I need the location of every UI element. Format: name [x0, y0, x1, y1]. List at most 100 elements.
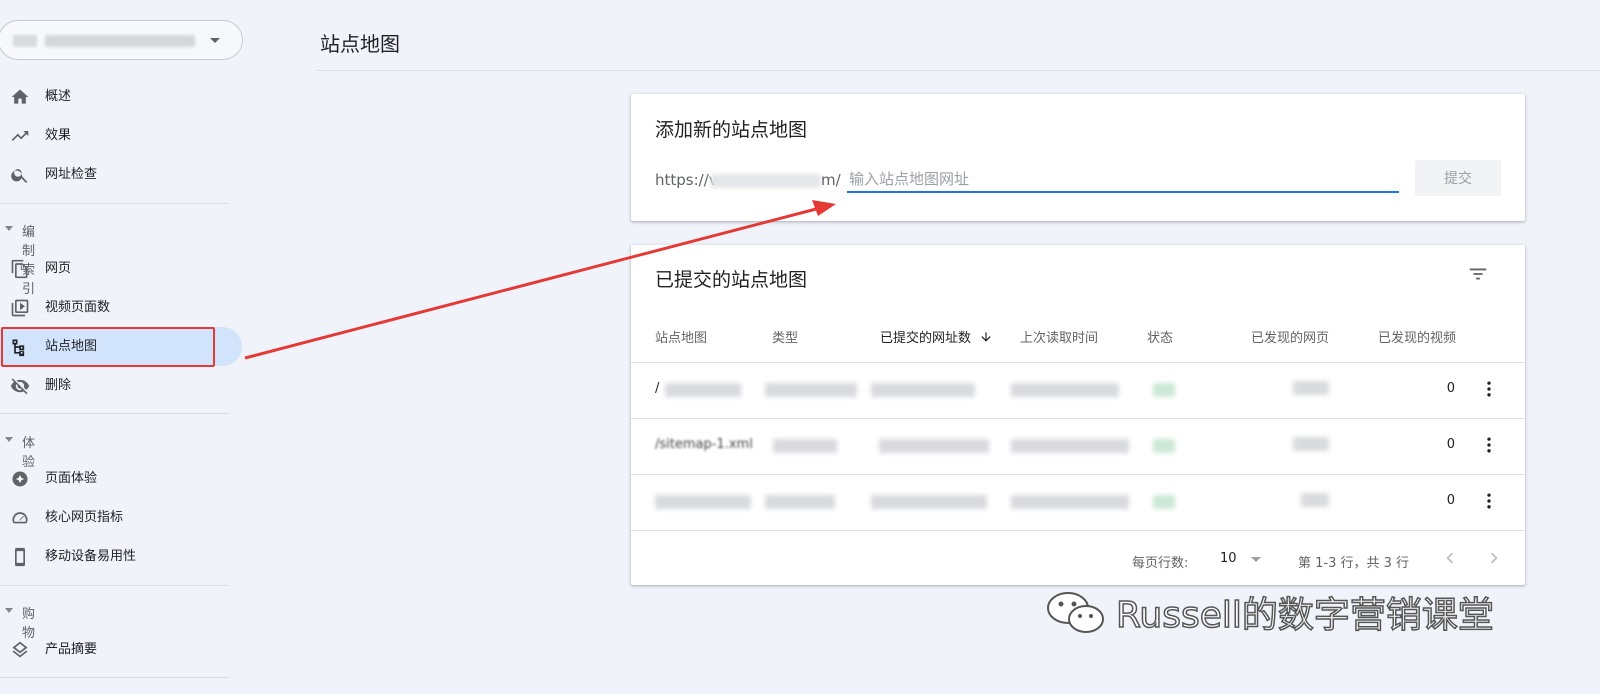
divider — [0, 413, 229, 414]
property-favicon — [13, 35, 37, 47]
sidebar-item-label: 网址检查 — [45, 167, 98, 182]
header-divider — [316, 70, 1600, 71]
redacted-cell — [1293, 381, 1329, 395]
arrow-down-icon — [981, 332, 991, 342]
home-icon — [11, 89, 29, 104]
sidebar-item-url-inspection[interactable]: 网址检查 — [0, 155, 242, 194]
add-sitemap-card: 添加新的站点地图 https://v m/ 提交 — [631, 94, 1525, 221]
sidebar-item-pages[interactable]: 网页 — [0, 249, 242, 288]
sidebar-item-removals[interactable]: 删除 — [0, 366, 242, 405]
table-footer-divider — [631, 530, 1525, 531]
chevron-right-icon[interactable] — [1483, 547, 1505, 569]
column-header-sitemap[interactable]: 站点地图 — [655, 327, 707, 346]
sidebar-item-overview[interactable]: 概述 — [0, 77, 242, 116]
sitemap-path: /sitemap-1.xml — [655, 437, 753, 452]
sidebar-item-label: 效果 — [45, 128, 72, 143]
property-selector[interactable] — [0, 20, 243, 60]
redacted-cell — [871, 495, 987, 509]
chevron-down-icon — [210, 38, 220, 43]
trending-up-icon — [11, 131, 29, 141]
redacted-cell — [1293, 437, 1329, 451]
wechat-icon — [1047, 592, 1104, 633]
search-icon — [11, 169, 28, 183]
smartphone-icon — [15, 547, 25, 567]
status-badge — [1153, 383, 1175, 397]
redacted-cell — [1011, 439, 1129, 453]
sitemap-path: / — [655, 381, 660, 396]
table-row[interactable]: 0 — [631, 474, 1525, 530]
chevron-left-icon[interactable] — [1439, 547, 1461, 569]
sidebar-item-label: 移动设备易用性 — [45, 549, 137, 564]
sidebar-item-video-pages[interactable]: 视频页面数 — [0, 288, 242, 327]
column-header-status[interactable]: 状态 — [1147, 327, 1173, 346]
video-library-icon — [11, 299, 29, 317]
sitemap-url-input[interactable] — [847, 167, 1399, 193]
submit-button[interactable]: 提交 — [1415, 160, 1501, 196]
page-title: 站点地图 — [320, 32, 400, 56]
discovered-videos-count: 0 — [1446, 493, 1455, 508]
redacted-cell — [1301, 493, 1329, 507]
redacted-cell — [879, 439, 989, 453]
layers-icon — [12, 641, 28, 658]
url-prefix-redacted — [711, 174, 821, 188]
divider — [0, 677, 229, 678]
status-badge — [1153, 495, 1175, 509]
sidebar: 概述 效果 网址检查 编制索引 网页 视频页面数 站点地图 删除 体验 页面体验… — [0, 0, 245, 694]
plus-circle-icon — [12, 471, 28, 487]
sidebar-item-label: 删除 — [45, 378, 72, 393]
sidebar-item-product-snippets[interactable]: 产品摘要 — [0, 630, 242, 669]
column-header-discovered-pages[interactable]: 已发现的网页 — [1251, 327, 1329, 346]
redacted-cell — [765, 495, 835, 509]
speedometer-icon — [12, 512, 28, 524]
sidebar-item-core-web-vitals[interactable]: 核心网页指标 — [0, 498, 242, 537]
sidebar-item-label: 核心网页指标 — [45, 510, 124, 525]
redacted-cell — [655, 495, 751, 509]
more-vert-icon[interactable] — [1479, 489, 1499, 513]
watermark-text: Russell的数字营销课堂 — [1115, 594, 1494, 637]
add-sitemap-title: 添加新的站点地图 — [655, 119, 808, 141]
column-header-submitted-urls[interactable]: 已提交的网址数 — [880, 327, 993, 346]
redacted-cell — [871, 383, 975, 397]
sidebar-item-performance[interactable]: 效果 — [0, 116, 242, 155]
table-row[interactable]: / 0 — [631, 362, 1525, 418]
more-vert-icon[interactable] — [1479, 377, 1499, 401]
discovered-videos-count: 0 — [1446, 381, 1455, 396]
sidebar-item-label: 视频页面数 — [45, 300, 111, 315]
url-prefix-suffix: m/ — [821, 171, 841, 189]
more-vert-icon[interactable] — [1479, 433, 1499, 457]
redacted-cell — [1011, 383, 1119, 397]
table-row[interactable]: /sitemap-1.xml 0 — [631, 418, 1525, 474]
redacted-cell — [765, 383, 857, 397]
caret-down-icon — [5, 226, 13, 231]
file-copy-icon — [11, 259, 28, 279]
column-header-label: 已提交的网址数 — [880, 331, 972, 346]
column-header-last-read[interactable]: 上次读取时间 — [1020, 327, 1098, 346]
discovered-videos-count: 0 — [1446, 437, 1455, 452]
caret-down-icon — [5, 437, 13, 442]
annotation-highlight-box — [1, 327, 215, 367]
divider — [0, 203, 229, 204]
sidebar-item-mobile-usability[interactable]: 移动设备易用性 — [0, 537, 242, 576]
divider — [0, 585, 229, 586]
filter-icon[interactable] — [1467, 263, 1489, 285]
url-prefix: https://v — [655, 171, 718, 189]
sidebar-item-page-experience[interactable]: 页面体验 — [0, 459, 242, 498]
sidebar-item-label: 概述 — [45, 89, 72, 104]
property-name-redacted — [45, 35, 195, 47]
pagination-range: 第 1-3 行，共 3 行 — [1298, 556, 1410, 571]
caret-down-icon[interactable] — [1251, 557, 1261, 562]
caret-down-icon — [5, 608, 13, 613]
column-header-discovered-videos[interactable]: 已发现的视频 — [1378, 327, 1456, 346]
rows-per-page-label: 每页行数: — [1132, 556, 1189, 571]
sidebar-item-label: 页面体验 — [45, 471, 98, 486]
submitted-sitemaps-title: 已提交的站点地图 — [655, 269, 808, 291]
status-badge — [1153, 439, 1175, 453]
visibility-off-icon — [10, 378, 30, 395]
submitted-sitemaps-card: 已提交的站点地图 站点地图 类型 已提交的网址数 上次读取时间 状态 已发现的网… — [631, 245, 1525, 585]
redacted-cell — [665, 383, 741, 397]
redacted-cell — [1011, 495, 1129, 509]
rows-per-page-select[interactable]: 10 — [1220, 551, 1237, 566]
redacted-cell — [773, 439, 837, 453]
sidebar-item-label: 产品摘要 — [45, 642, 98, 657]
column-header-type[interactable]: 类型 — [772, 327, 798, 346]
